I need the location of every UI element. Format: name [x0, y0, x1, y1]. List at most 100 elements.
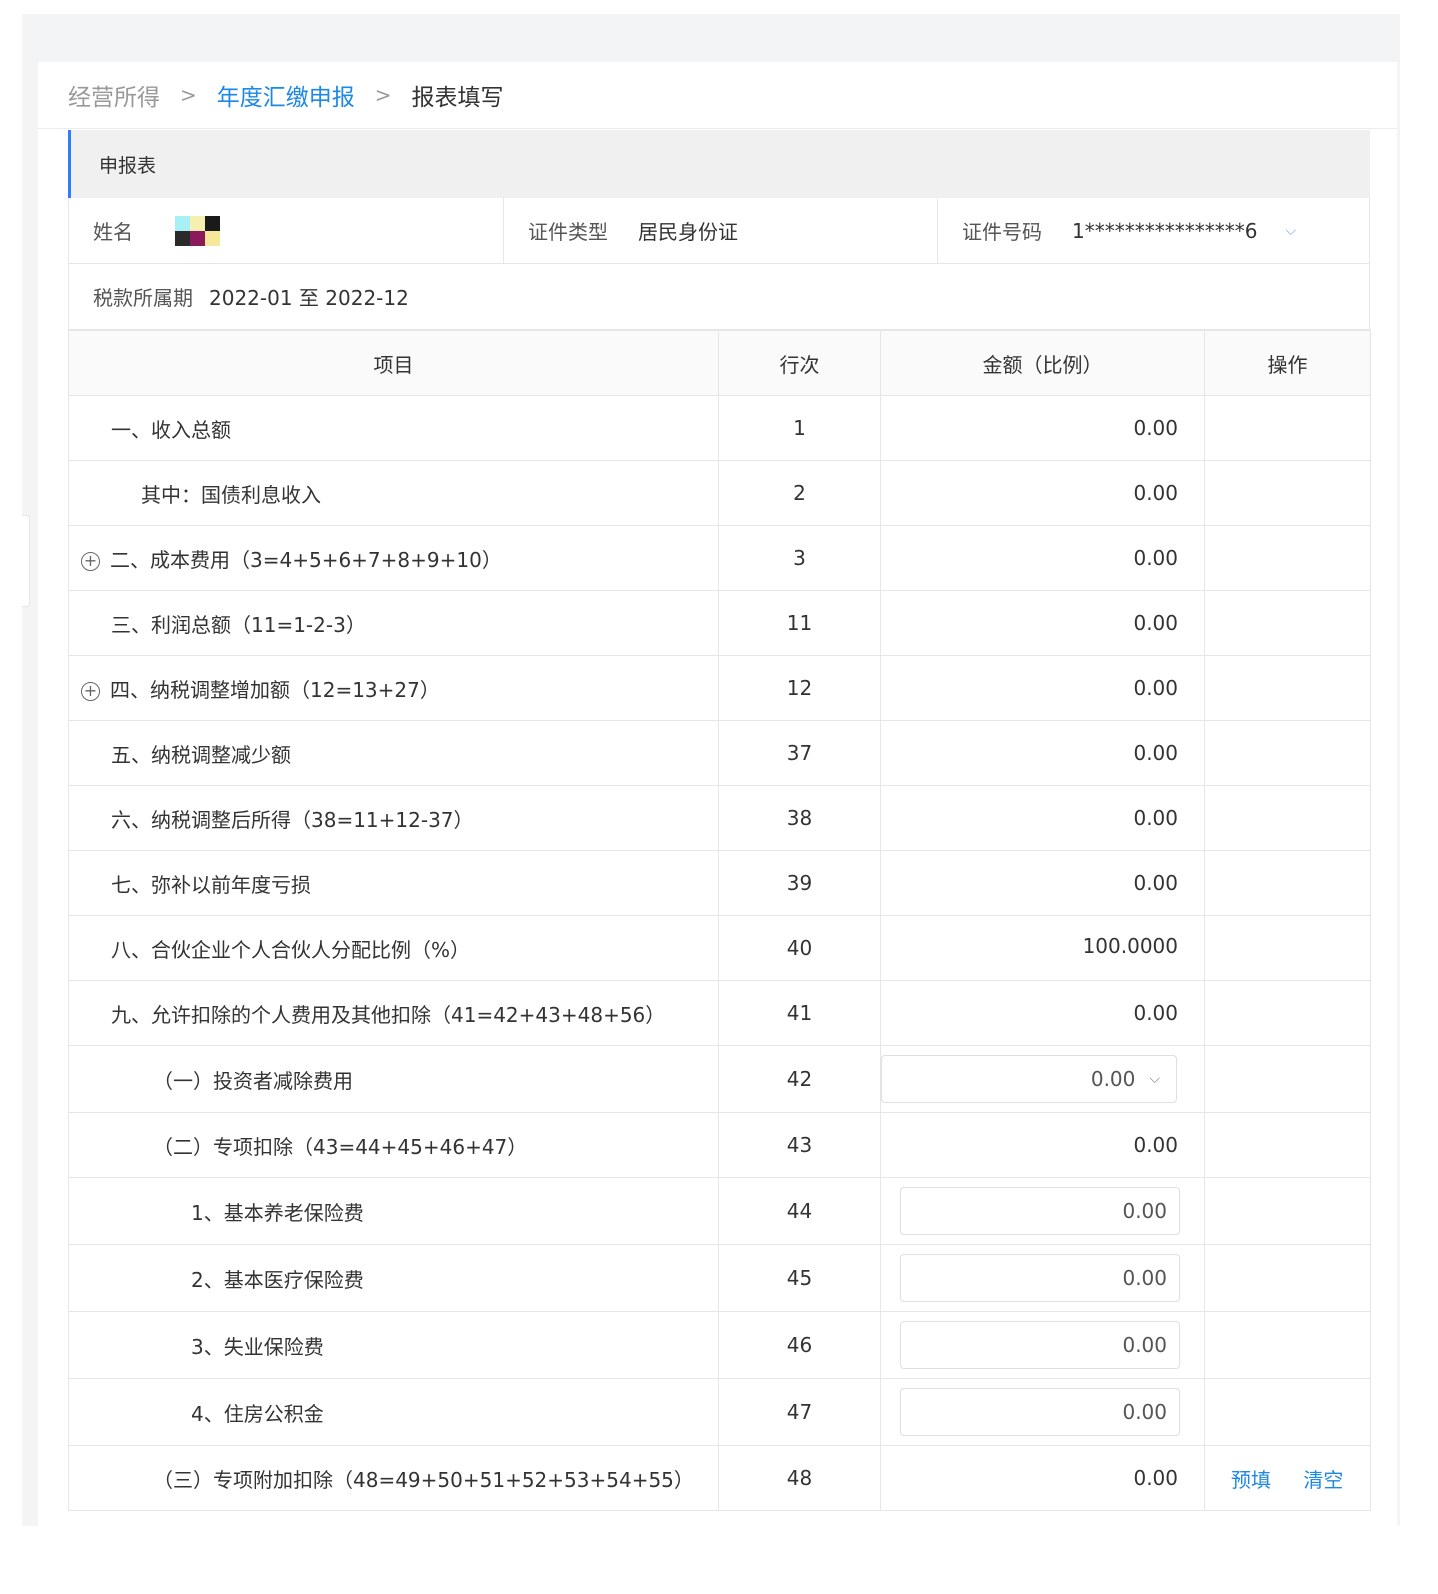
id-number-value: 1****************6 [1072, 218, 1258, 243]
row-item: 其中：国债利息收入 [68, 460, 719, 526]
chevron-down-icon: ⌵ [1149, 1071, 1160, 1087]
table-row: 七、弥补以前年度亏损 39 0.00 [68, 850, 1371, 916]
id-type-cell: 证件类型 居民身份证 [504, 198, 938, 263]
row-amount: 0.00 [880, 395, 1205, 461]
row-ops [1204, 1177, 1371, 1245]
row-number: 40 [718, 915, 881, 981]
input-value: 0.00 [1122, 1333, 1167, 1357]
medical-insurance-input[interactable]: 0.00 [900, 1254, 1180, 1302]
row-ops [1204, 980, 1371, 1046]
prefill-link[interactable]: 预填 [1231, 1468, 1271, 1492]
row-ops [1204, 1244, 1371, 1312]
name-label: 姓名 [93, 220, 133, 244]
row-number: 2 [718, 460, 881, 526]
tax-period-cell: 税款所属期 2022-01 至 2022-12 [69, 264, 1369, 329]
plus-circle-icon[interactable]: + [81, 551, 100, 571]
breadcrumb-business-income[interactable]: 经营所得 [68, 78, 160, 112]
unemployment-insurance-input[interactable]: 0.00 [900, 1321, 1180, 1369]
table-row: 1、基本养老保险费 44 0.00 [68, 1177, 1371, 1245]
table-row: 三、利润总额（11=1-2-3） 11 0.00 [68, 590, 1371, 656]
row-ops [1204, 1112, 1371, 1178]
row-number: 1 [718, 395, 881, 461]
taxpayer-info-row: 姓名 证件类型 居民身份证 证件号码 1****************6 ⌵ [68, 198, 1370, 264]
row-item-label: 二、成本费用（3=4+5+6+7+8+9+10） [110, 547, 502, 572]
breadcrumb: 经营所得 > 年度汇缴申报 > 报表填写 [68, 62, 504, 128]
row-number: 46 [718, 1311, 881, 1379]
input-value: 0.00 [1122, 1400, 1167, 1424]
table-row: 其中：国债利息收入 2 0.00 [68, 460, 1371, 526]
row-ops [1204, 915, 1371, 981]
row-number: 42 [718, 1045, 881, 1113]
row-item: （一）投资者减除费用 [68, 1045, 719, 1113]
row-ops [1204, 1045, 1371, 1113]
breadcrumb-current-page: 报表填写 [411, 85, 504, 111]
row-amount-cell: 0.00 [880, 1177, 1205, 1245]
input-value: 0.00 [1122, 1199, 1167, 1223]
table-row[interactable]: + 二、成本费用（3=4+5+6+7+8+9+10） 3 0.00 [68, 525, 1371, 591]
row-ops [1204, 1311, 1371, 1379]
row-item-expandable[interactable]: + 二、成本费用（3=4+5+6+7+8+9+10） [68, 525, 719, 591]
row-ops [1204, 590, 1371, 656]
row-item: 3、失业保险费 [68, 1311, 719, 1379]
side-collapse-handle[interactable] [22, 515, 30, 607]
row-item: 4、住房公积金 [68, 1378, 719, 1446]
row-number: 43 [718, 1112, 881, 1178]
row-amount: 0.00 [880, 460, 1205, 526]
row-ops: 预填 清空 [1204, 1445, 1371, 1511]
row-amount: 0.00 [880, 850, 1205, 916]
row-number: 39 [718, 850, 881, 916]
row-number: 38 [718, 785, 881, 851]
row-amount: 0.00 [880, 525, 1205, 591]
divider [38, 128, 1397, 129]
table-row: （一）投资者减除费用 42 0.00 ⌵ [68, 1045, 1371, 1113]
row-amount: 0.00 [880, 720, 1205, 786]
row-item: 七、弥补以前年度亏损 [68, 850, 719, 916]
row-ops [1204, 785, 1371, 851]
row-number: 44 [718, 1177, 881, 1245]
name-cell: 姓名 [69, 198, 504, 263]
row-item: （三）专项附加扣除（48=49+50+51+52+53+54+55） [68, 1445, 719, 1511]
row-number: 37 [718, 720, 881, 786]
row-number: 12 [718, 655, 881, 721]
row-ops [1204, 655, 1371, 721]
breadcrumb-annual-filing[interactable]: 年度汇缴申报 [217, 78, 355, 112]
row-ops [1204, 460, 1371, 526]
table-row: 六、纳税调整后所得（38=11+12-37） 38 0.00 [68, 785, 1371, 851]
row-number: 41 [718, 980, 881, 1046]
table-row[interactable]: + 四、纳税调整增加额（12=13+27） 12 0.00 [68, 655, 1371, 721]
row-amount: 0.00 [880, 590, 1205, 656]
declaration-section: 申报表 姓名 证件类型 居民身份证 证件号码 1****************… [68, 130, 1371, 1511]
table-row: 五、纳税调整减少额 37 0.00 [68, 720, 1371, 786]
row-ops [1204, 525, 1371, 591]
row-amount: 0.00 [880, 1445, 1205, 1511]
table-row: 九、允许扣除的个人费用及其他扣除（41=42+43+48+56） 41 0.00 [68, 980, 1371, 1046]
row-item: 一、收入总额 [68, 395, 719, 461]
header-operations: 操作 [1204, 330, 1371, 396]
row-ops [1204, 1378, 1371, 1446]
tax-period-label: 税款所属期 [93, 286, 193, 310]
row-number: 3 [718, 525, 881, 591]
row-item: 八、合伙企业个人合伙人分配比例（%） [68, 915, 719, 981]
header-item: 项目 [68, 330, 719, 396]
row-number: 47 [718, 1378, 881, 1446]
breadcrumb-separator: > [180, 83, 197, 107]
investor-deduction-select[interactable]: 0.00 ⌵ [881, 1055, 1177, 1103]
row-number: 11 [718, 590, 881, 656]
row-item: 五、纳税调整减少额 [68, 720, 719, 786]
row-item: （二）专项扣除（43=44+45+46+47） [68, 1112, 719, 1178]
id-number-label: 证件号码 [962, 220, 1042, 244]
chevron-down-icon[interactable]: ⌵ [1285, 223, 1296, 239]
row-amount-cell: 0.00 [880, 1311, 1205, 1379]
row-item-expandable[interactable]: + 四、纳税调整增加额（12=13+27） [68, 655, 719, 721]
plus-circle-icon[interactable]: + [81, 681, 100, 701]
housing-fund-input[interactable]: 0.00 [900, 1388, 1180, 1436]
row-amount: 0.00 [880, 785, 1205, 851]
pension-insurance-input[interactable]: 0.00 [900, 1187, 1180, 1235]
table-row: （三）专项附加扣除（48=49+50+51+52+53+54+55） 48 0.… [68, 1445, 1371, 1511]
main-card: 经营所得 > 年度汇缴申报 > 报表填写 申报表 姓名 证件类型 居民身份证 证… [38, 62, 1397, 1526]
row-amount: 0.00 [880, 980, 1205, 1046]
table-row: 4、住房公积金 47 0.00 [68, 1378, 1371, 1446]
table-header-row: 项目 行次 金额（比例） 操作 [68, 330, 1371, 396]
clear-link[interactable]: 清空 [1303, 1468, 1343, 1492]
row-item: 2、基本医疗保险费 [68, 1244, 719, 1312]
